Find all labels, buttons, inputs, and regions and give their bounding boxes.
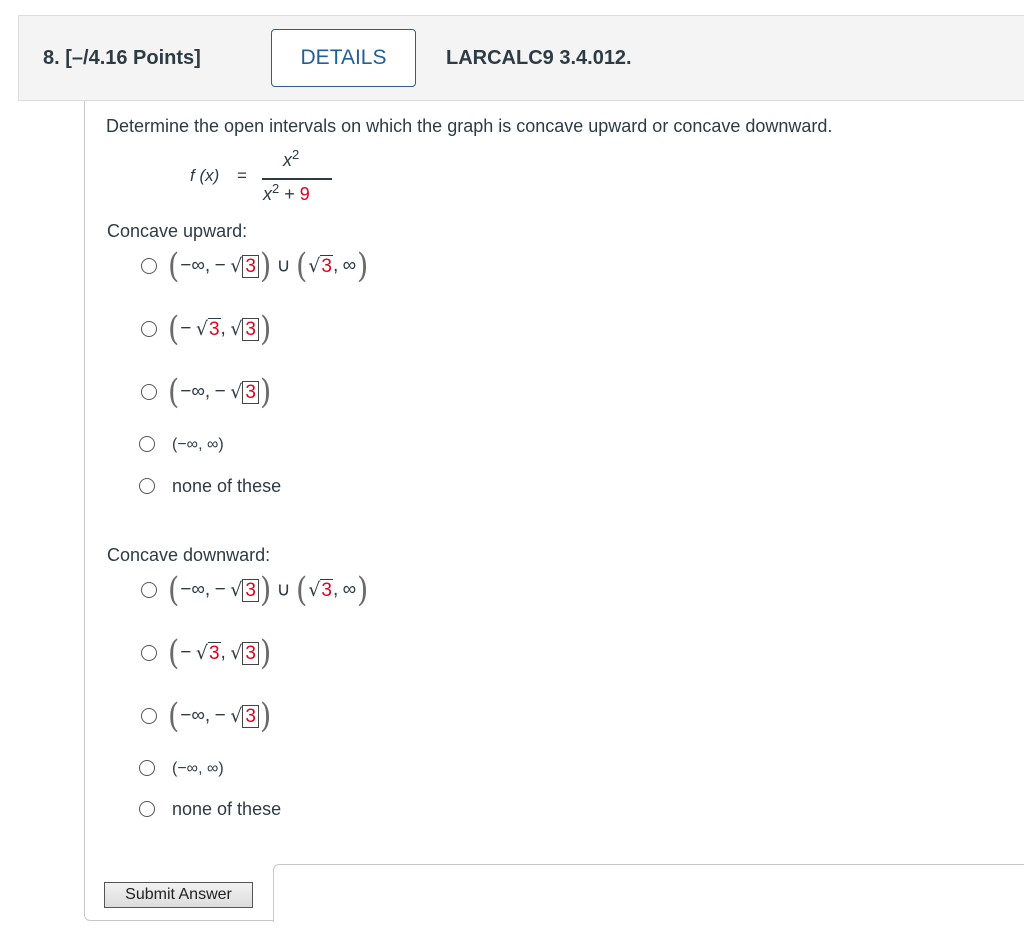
sqrt-3: √3 [308, 254, 333, 277]
concave-upward-option-1[interactable]: (−∞, − √ 3) ∪ (√3, ∞) [167, 246, 369, 286]
concave-downward-option-3-radio[interactable] [141, 708, 157, 724]
concave-downward-option-3[interactable]: (−∞, − √ 3) [167, 696, 272, 736]
fraction-bar [262, 178, 332, 180]
fraction-denominator: x2 + 9 [263, 181, 310, 204]
submit-answer-button[interactable]: Submit Answer [104, 882, 253, 908]
concave-downward-option-4[interactable]: (−∞, ∞) [172, 760, 224, 778]
question-number: 8. [–/4.16 Points] [43, 47, 201, 69]
concave-upward-option-3[interactable]: (−∞, − √ 3) [167, 372, 272, 412]
concave-upward-option-1-radio[interactable] [141, 258, 157, 274]
concave-upward-option-3-radio[interactable] [141, 384, 157, 400]
equals-sign: = [237, 166, 247, 185]
concave-upward-option-5-radio[interactable] [139, 478, 155, 494]
concave-upward-option-2[interactable]: (− √3, √ 3) [167, 309, 272, 349]
sqrt-3: √3 [230, 578, 259, 602]
concave-downward-option-4-radio[interactable] [139, 760, 155, 776]
concave-upward-label: Concave upward: [107, 221, 248, 241]
details-button[interactable]: DETAILS [271, 29, 416, 87]
concave-upward-option-4-radio[interactable] [139, 436, 155, 452]
concave-downward-option-5-radio[interactable] [139, 801, 155, 817]
concave-upward-option-2-radio[interactable] [141, 321, 157, 337]
sqrt-3: √3 [230, 254, 259, 278]
question-header: 8. [–/4.16 Points] DETAILS LARCALC9 3.4.… [18, 15, 1024, 101]
function-label: f (x) [190, 166, 220, 185]
concave-downward-option-2[interactable]: (− √3, √ 3) [167, 633, 272, 673]
concave-downward-option-1[interactable]: (−∞, − √ 3) ∪ (√3, ∞) [167, 570, 369, 610]
concave-upward-option-5[interactable]: none of these [172, 476, 281, 497]
question-reference: LARCALC9 3.4.012. [446, 47, 632, 69]
sqrt-3: √3 [195, 317, 221, 340]
sqrt-3: √3 [230, 641, 259, 665]
concave-downward-label: Concave downward: [107, 545, 271, 565]
sqrt-3: √3 [308, 578, 333, 601]
concave-downward-option-5[interactable]: none of these [172, 799, 281, 820]
sqrt-3: √3 [230, 317, 259, 341]
submit-area [273, 864, 1024, 922]
sqrt-3: √3 [195, 641, 221, 664]
sqrt-3: √3 [230, 380, 259, 404]
problem-prompt: Determine the open intervals on which th… [106, 116, 833, 136]
concave-downward-option-2-radio[interactable] [141, 645, 157, 661]
fraction-numerator: x2 [283, 147, 300, 170]
sqrt-3: √3 [230, 704, 259, 728]
concave-upward-option-4[interactable]: (−∞, ∞) [172, 436, 224, 454]
concave-downward-option-1-radio[interactable] [141, 582, 157, 598]
